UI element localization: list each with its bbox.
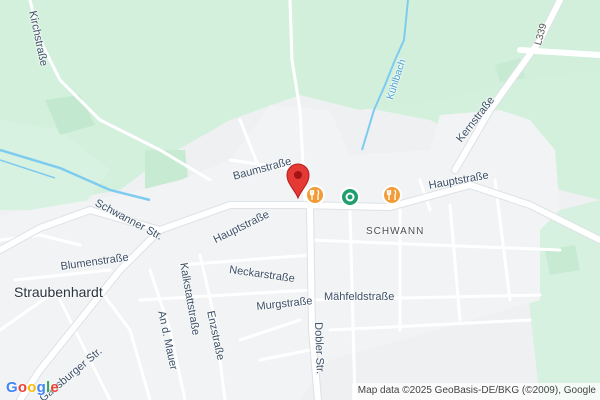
map-attribution[interactable]: Map data ©2025 GeoBasis-DE/BKG (©2009), …: [351, 383, 600, 400]
area-label-schwann: SCHWANN: [366, 226, 425, 237]
map-canvas[interactable]: Kirchstraße Baumstraße Hauptstraße Haupt…: [0, 0, 600, 400]
street-label-maehfeldstrasse: Mähfeldstraße: [324, 291, 395, 303]
restaurant-poi[interactable]: [382, 185, 402, 205]
street-label-dobler-str: Dobler Str.: [312, 321, 326, 375]
place-dot-icon: [345, 192, 355, 202]
google-logo: Google: [6, 379, 59, 396]
place-poi[interactable]: [340, 187, 360, 207]
location-marker[interactable]: [286, 163, 310, 204]
map-pin-icon: [286, 163, 310, 200]
fork-knife-icon: [386, 189, 397, 200]
town-label-straubenhardt: Straubenhardt: [14, 284, 103, 300]
